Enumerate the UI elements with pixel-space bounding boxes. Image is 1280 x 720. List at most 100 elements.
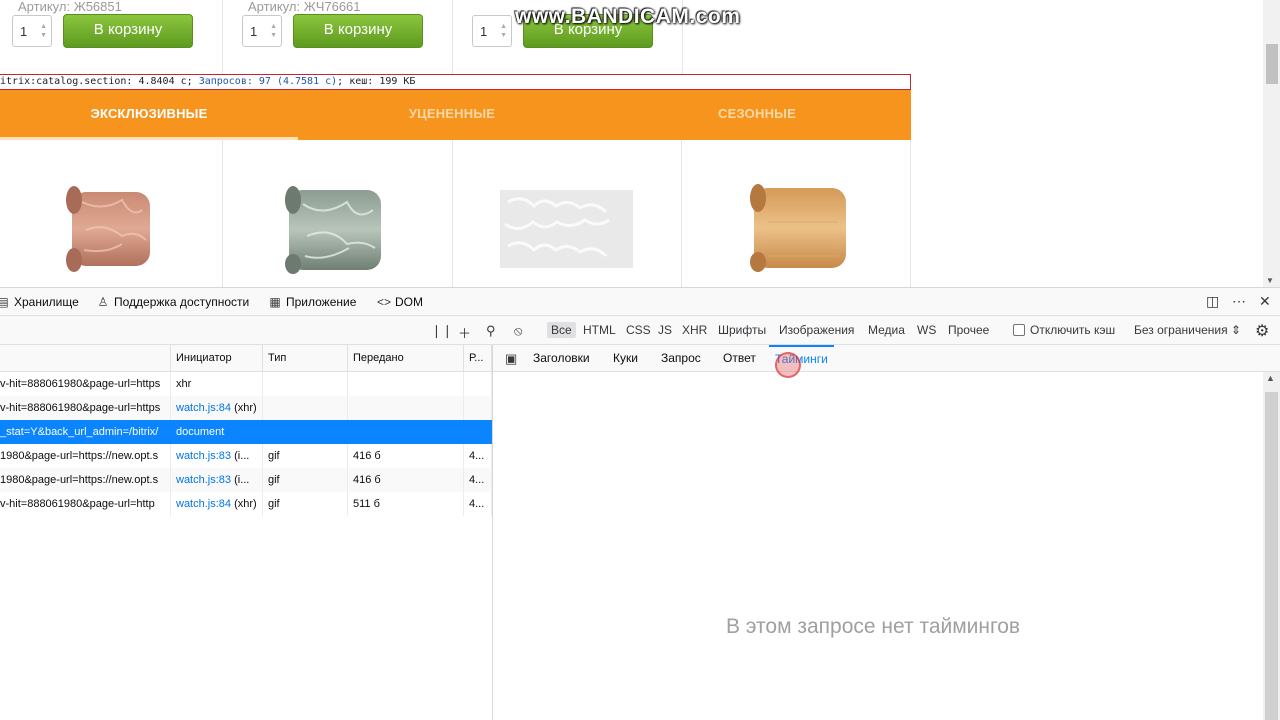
details-scrollbar-thumb[interactable] [1265, 392, 1278, 720]
cell-type: gif [263, 468, 348, 492]
cell-initiator: watch.js:84 (xhr) [171, 492, 263, 516]
cell-type [263, 396, 348, 420]
stepper-arrows-icon[interactable]: ▲ ▼ [40, 22, 47, 40]
close-icon[interactable]: ✕ [1259, 293, 1271, 310]
table-row[interactable]: v-hit=888061980&page-url=http watch.js:8… [0, 492, 492, 516]
column-initiator[interactable]: Инициатор [171, 345, 263, 372]
tool-dom[interactable]: <> DOM [377, 294, 423, 310]
filter-images[interactable]: Изображения [779, 323, 854, 337]
quantity-stepper[interactable]: 1 ▲ ▼ [472, 15, 512, 47]
mouse-cursor-highlight [775, 352, 801, 378]
page-scrollbar-thumb[interactable] [1266, 44, 1278, 84]
column-size[interactable]: Р... [464, 345, 492, 372]
cell-initiator: document [171, 420, 263, 444]
add-to-cart-button[interactable]: В корзину [293, 14, 423, 48]
tool-application[interactable]: ▦ Приложение [268, 294, 356, 310]
initiator-cause: (i... [231, 450, 250, 462]
tool-accessibility[interactable]: ♙ Поддержка доступности [96, 294, 250, 310]
tool-application-label: Приложение [286, 295, 357, 309]
cell-initiator: watch.js:83 (i... [171, 468, 263, 492]
product-card-image[interactable] [0, 140, 223, 287]
tool-storage[interactable]: ▤ Хранилище [0, 294, 79, 310]
category-tabs: ЭКСКЛЮЗИВНЫЕ УЦЕНЕННЫЕ СЕЗОННЫЕ [0, 90, 911, 140]
requests-table: Инициатор Тип Передано Р... v-hit=888061… [0, 345, 492, 720]
filter-fonts[interactable]: Шрифты [718, 323, 766, 337]
roll-light-wood-image[interactable] [682, 140, 911, 287]
cell-type: gif [263, 492, 348, 516]
dock-icon[interactable]: ◫ [1206, 293, 1219, 310]
table-header: Инициатор Тип Передано Р... [0, 345, 492, 372]
tool-accessibility-label: Поддержка доступности [114, 295, 250, 309]
add-to-cart-button[interactable]: В корзину [63, 14, 193, 48]
table-row[interactable]: 1980&page-url=https://new.opt.s watch.js… [0, 444, 492, 468]
cell-type: gif [263, 444, 348, 468]
roll-pink-marble-image[interactable] [0, 140, 223, 287]
disable-cache-checkbox[interactable] [1013, 324, 1025, 336]
filter-html[interactable]: HTML [583, 323, 616, 337]
filter-js[interactable]: JS [658, 323, 672, 337]
cell-initiator: xhr [171, 372, 263, 396]
filter-xhr[interactable]: XHR [682, 323, 707, 337]
tab-request[interactable]: Запрос [655, 345, 707, 372]
cell-size [464, 396, 492, 420]
block-icon[interactable]: ⦸ [514, 323, 522, 339]
column-transferred[interactable]: Передано [348, 345, 464, 372]
stepper-arrows-icon[interactable]: ▲ ▼ [500, 22, 507, 40]
initiator-link[interactable]: watch.js:83 [176, 474, 231, 486]
details-scrollbar[interactable]: ▲ [1263, 372, 1280, 720]
tab-discounted[interactable]: УЦЕНЕННЫЕ [303, 90, 601, 140]
page-scrollbar[interactable]: ▼ [1263, 0, 1280, 287]
quantity-stepper[interactable]: 1 ▲ ▼ [12, 15, 52, 47]
column-url[interactable] [0, 345, 171, 372]
table-row[interactable]: 1980&page-url=https://new.opt.s watch.js… [0, 468, 492, 492]
table-row-selected[interactable]: _stat=Y&back_url_admin=/bitrix/ document [0, 420, 492, 444]
product-card-image[interactable] [453, 140, 682, 287]
initiator-cause: (i... [231, 474, 250, 486]
tab-response[interactable]: Ответ [717, 345, 762, 372]
filter-media[interactable]: Медиа [868, 323, 905, 337]
filter-css[interactable]: CSS [626, 323, 651, 337]
cell-type [263, 420, 348, 444]
cell-type [263, 372, 348, 396]
filter-all[interactable]: Все [547, 322, 576, 338]
cell-url: 1980&page-url=https://new.opt.s [0, 468, 171, 492]
cell-initiator: watch.js:83 (i... [171, 444, 263, 468]
tab-cookies[interactable]: Куки [607, 345, 644, 372]
quantity-stepper[interactable]: 1 ▲ ▼ [242, 15, 282, 47]
tab-seasonal[interactable]: СЕЗОННЫЕ [608, 90, 906, 140]
column-type[interactable]: Тип [263, 345, 348, 372]
tool-dom-label: DOM [395, 295, 423, 309]
toggle-sidebar-icon[interactable]: ▣ [499, 345, 523, 372]
add-icon[interactable]: ＋ [458, 323, 471, 342]
pause-icon[interactable]: ❘❘ [431, 323, 453, 339]
initiator-link[interactable]: watch.js:83 [176, 450, 231, 462]
roll-green-marble-image[interactable] [223, 140, 453, 287]
debug-bar: itrix:catalog.section: 4.8404 с; Запросо… [0, 74, 911, 90]
filter-ws[interactable]: WS [917, 323, 936, 337]
search-icon[interactable]: ⚲ [486, 323, 496, 339]
sheet-white-pattern-image[interactable] [453, 140, 682, 287]
scroll-down-icon[interactable]: ▼ [1266, 276, 1274, 285]
application-icon: ▦ [269, 295, 281, 309]
initiator-link[interactable]: watch.js:84 [176, 498, 231, 510]
storage-icon: ▤ [0, 295, 9, 309]
cell-size: 4... [464, 468, 492, 492]
initiator-cause: (xhr) [231, 402, 257, 414]
filter-other[interactable]: Прочее [948, 323, 989, 337]
network-toolbar: ❘❘ ＋ ⚲ ⦸ Все HTML CSS JS XHR Шрифты Изоб… [0, 316, 1280, 345]
tab-exclusive[interactable]: ЭКСКЛЮЗИВНЫЕ [0, 90, 298, 140]
product-card-image[interactable] [223, 140, 453, 287]
initiator-link[interactable]: watch.js:84 [176, 402, 231, 414]
more-options-icon[interactable]: ⋯ [1232, 293, 1246, 310]
disable-cache-label: Отключить кэш [1030, 323, 1116, 337]
stepper-arrows-icon[interactable]: ▲ ▼ [270, 22, 277, 40]
throttle-select[interactable]: Без ограничения ⇕ [1134, 323, 1241, 337]
scroll-up-icon[interactable]: ▲ [1266, 373, 1275, 383]
table-row[interactable]: v-hit=888061980&page-url=https watch.js:… [0, 396, 492, 420]
tab-headers[interactable]: Заголовки [527, 345, 596, 372]
product-card-image[interactable] [682, 140, 911, 287]
devtools-toolbar: ▤ Хранилище ♙ Поддержка доступности ▦ Прило… [0, 288, 1280, 316]
cell-transferred [348, 396, 464, 420]
table-row[interactable]: v-hit=888061980&page-url=https xhr [0, 372, 492, 396]
settings-gear-icon[interactable]: ⚙ [1255, 321, 1269, 341]
